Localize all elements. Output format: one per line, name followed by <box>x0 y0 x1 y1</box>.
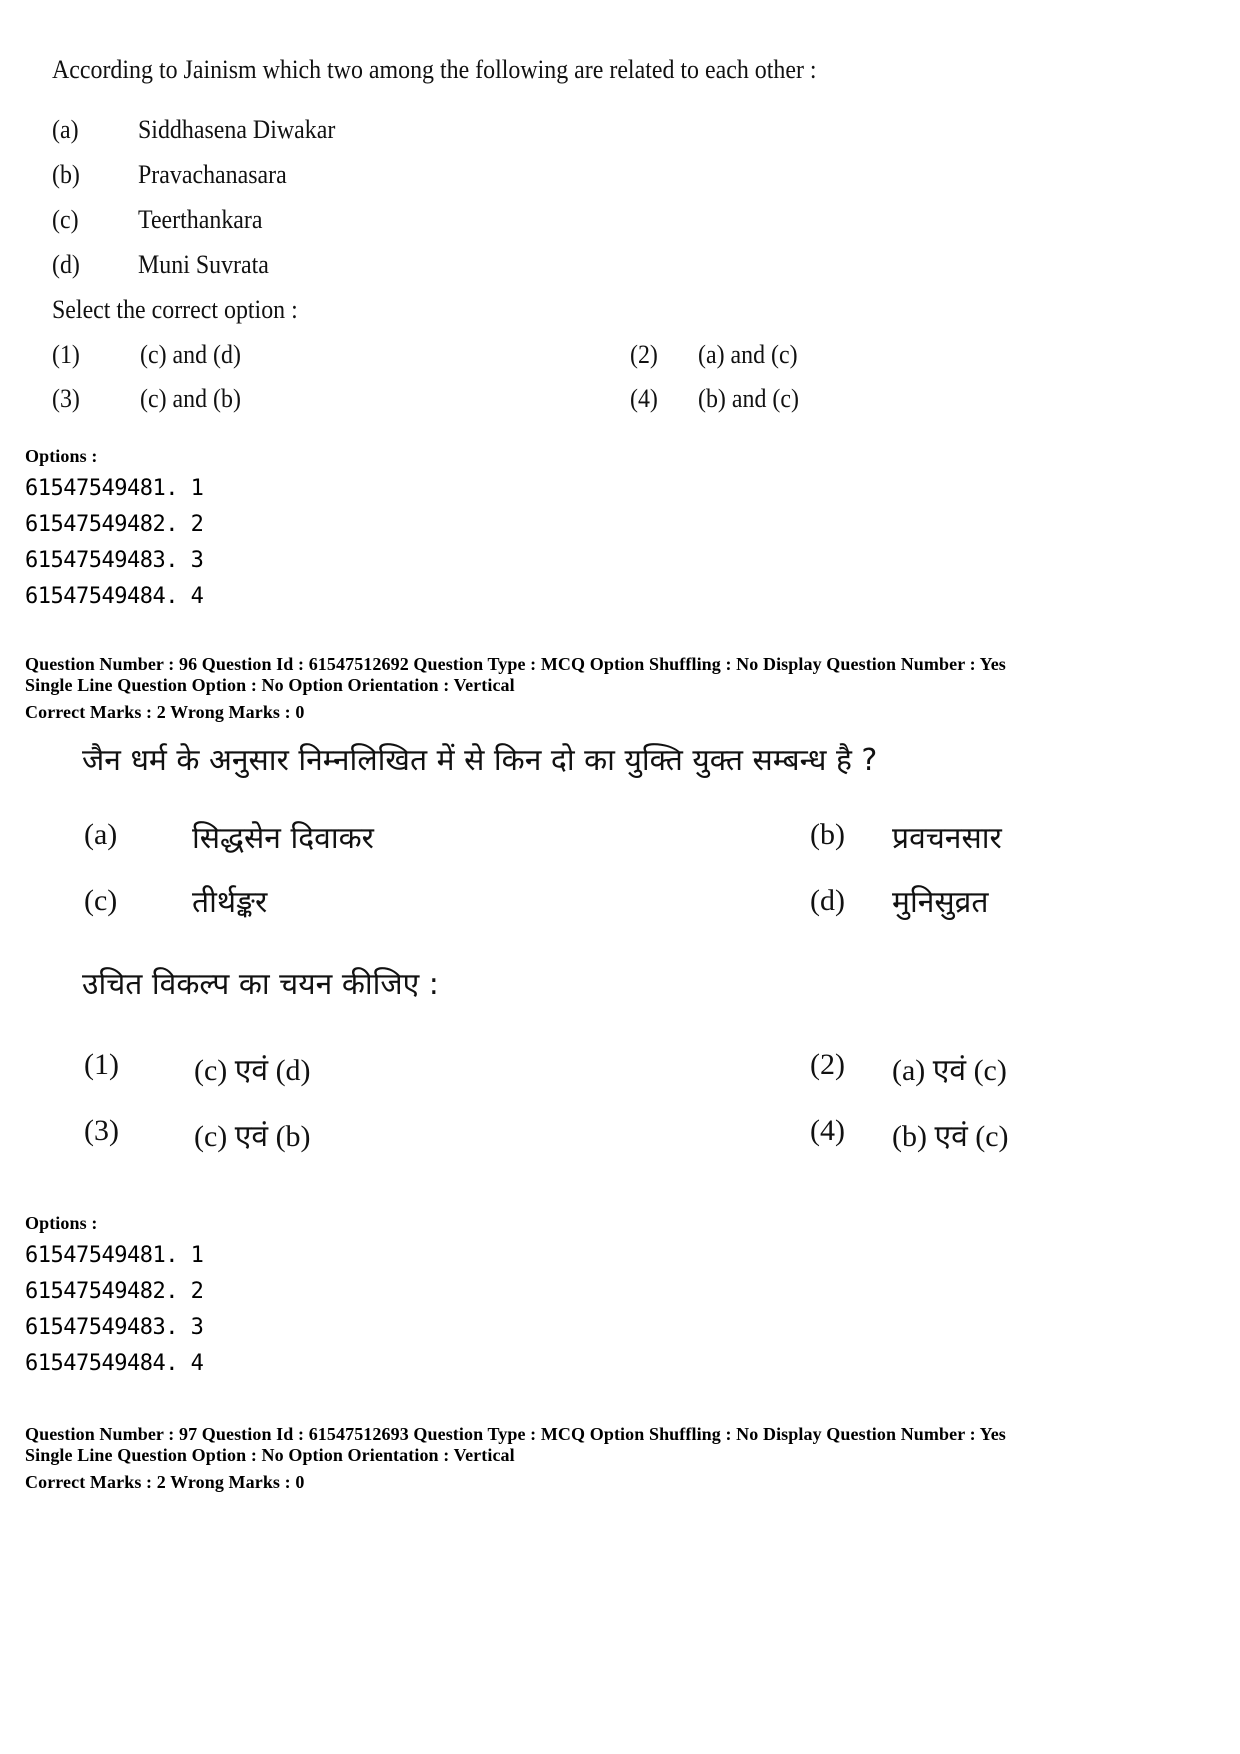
option-id: 61547549484. 4 <box>25 1351 204 1376</box>
choice-label: (1) <box>84 1048 119 1081</box>
question-prompt: Select the correct option : <box>52 295 298 324</box>
item-label: (a) <box>52 115 79 144</box>
question-meta-line1: Question Number : 96 Question Id : 61547… <box>25 654 1006 674</box>
option-id: 61547549481. 1 <box>25 1243 204 1268</box>
option-id: 61547549484. 4 <box>25 584 204 609</box>
item-label: (b) <box>52 160 80 189</box>
choice-text: (b) एवं (c) <box>892 1120 1009 1153</box>
choice-text: (b) and (c) <box>698 384 799 413</box>
options-heading: Options : <box>25 446 98 466</box>
item-text: Siddhasena Diwakar <box>138 115 336 144</box>
option-id: 61547549483. 3 <box>25 1315 204 1340</box>
question-meta-line1: Question Number : 97 Question Id : 61547… <box>25 1424 1006 1444</box>
item-label: (d) <box>52 250 80 279</box>
item-text: Muni Suvrata <box>138 250 269 279</box>
choice-label: (2) <box>810 1048 845 1081</box>
choice-text: (c) एवं (b) <box>194 1120 311 1153</box>
item-text: मुनिसुव्रत <box>892 885 989 920</box>
choice-text: (c) and (b) <box>140 384 241 413</box>
question-marks: Correct Marks : 2 Wrong Marks : 0 <box>25 702 305 722</box>
item-text: Pravachanasara <box>138 160 287 189</box>
question-meta-line2: Single Line Question Option : No Option … <box>25 675 515 695</box>
choice-text: (a) एवं (c) <box>892 1054 1007 1087</box>
choice-text: (c) एवं (d) <box>194 1054 311 1087</box>
item-label: (a) <box>84 818 118 851</box>
choice-text: (a) and (c) <box>698 340 798 369</box>
choice-label: (2) <box>630 340 658 369</box>
choice-text: (c) and (d) <box>140 340 241 369</box>
choice-label: (4) <box>630 384 658 413</box>
question-marks: Correct Marks : 2 Wrong Marks : 0 <box>25 1472 305 1492</box>
choice-label: (1) <box>52 340 80 369</box>
question-stem-hindi: जैन धर्म के अनुसार निम्नलिखित में से किन… <box>82 743 878 778</box>
choice-label: (3) <box>84 1114 119 1147</box>
option-id: 61547549482. 2 <box>25 512 204 537</box>
choice-label: (3) <box>52 384 80 413</box>
option-id: 61547549481. 1 <box>25 476 204 501</box>
question-prompt-hindi: उचित विकल्प का चयन कीजिए : <box>82 967 439 1002</box>
item-label: (d) <box>810 884 845 917</box>
option-id: 61547549482. 2 <box>25 1279 204 1304</box>
item-text: प्रवचनसार <box>892 821 1002 856</box>
question-stem: According to Jainism which two among the… <box>52 55 817 84</box>
choice-label: (4) <box>810 1114 845 1147</box>
item-label: (c) <box>84 884 118 917</box>
option-id: 61547549483. 3 <box>25 548 204 573</box>
item-text: सिद्धसेन दिवाकर <box>192 821 374 856</box>
item-text: Teerthankara <box>138 205 263 234</box>
options-heading: Options : <box>25 1213 98 1233</box>
item-text: तीर्थङ्कर <box>192 885 268 920</box>
item-label: (c) <box>52 205 79 234</box>
item-label: (b) <box>810 818 845 851</box>
question-meta-line2: Single Line Question Option : No Option … <box>25 1445 515 1465</box>
